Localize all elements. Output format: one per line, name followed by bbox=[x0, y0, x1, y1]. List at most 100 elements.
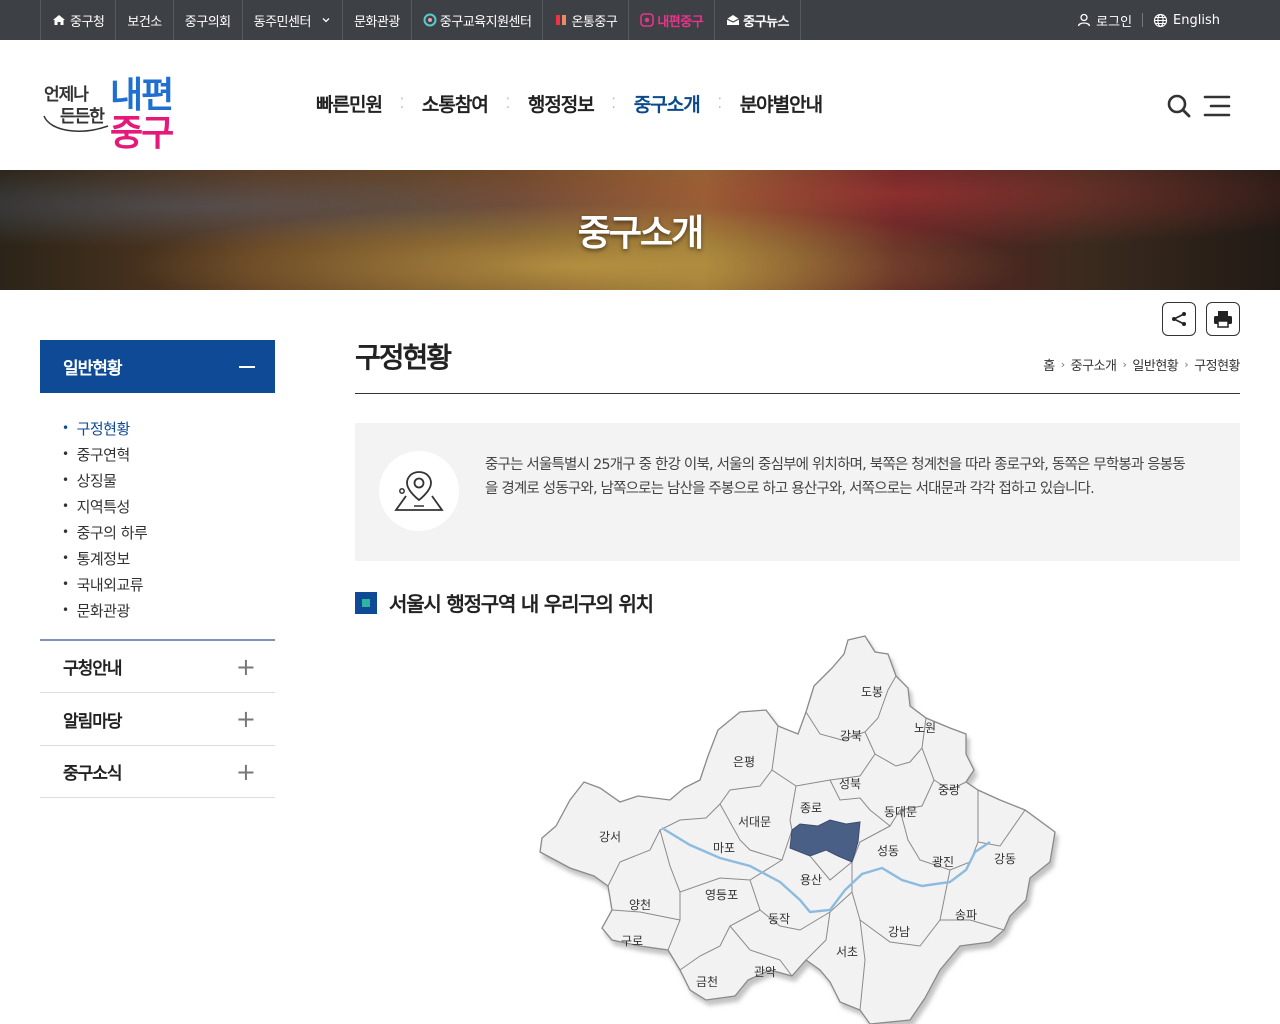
side-nav-current-group[interactable]: 일반현황 bbox=[40, 340, 275, 393]
page-banner: 중구소개 bbox=[0, 170, 1280, 290]
gnb-item-about-junggu[interactable]: 중구소개 bbox=[634, 90, 701, 117]
district-label: 구로 bbox=[621, 934, 643, 948]
section-bullet-icon bbox=[355, 591, 377, 614]
utility-link-culture-tour[interactable]: 문화관광 bbox=[341, 0, 411, 40]
utility-link-label: 중구교육지원센터 bbox=[439, 14, 532, 30]
section-heading: 서울시 행정구역 내 우리구의 위치 bbox=[355, 588, 654, 617]
breadcrumb-item[interactable]: 중구소개 bbox=[1071, 355, 1117, 374]
utility-link-education-center[interactable]: 중구교육지원센터 bbox=[410, 0, 543, 40]
news-icon bbox=[726, 15, 740, 25]
hamburger-menu-icon[interactable] bbox=[1203, 94, 1231, 118]
utility-link-news[interactable]: 중구뉴스 bbox=[714, 0, 801, 40]
title-divider bbox=[355, 393, 1240, 394]
district-label: 양천 bbox=[629, 897, 651, 912]
utility-link-junggu-office[interactable]: 중구청 bbox=[40, 0, 115, 40]
utility-link-naepyeon[interactable]: 내편중구 bbox=[628, 0, 714, 40]
district-label: 서대문 bbox=[738, 815, 771, 829]
gnb-item-quick-civil[interactable]: 빠른민원 bbox=[316, 90, 383, 117]
share-icon bbox=[1172, 312, 1186, 326]
logo-brand-line2: 중구 bbox=[110, 113, 174, 154]
district-label: 성동 bbox=[877, 844, 899, 858]
utility-link-health-center[interactable]: 보건소 bbox=[115, 0, 172, 40]
breadcrumb-item[interactable]: 일반현황 bbox=[1132, 355, 1178, 374]
intro-text: 중구는 서울특별시 25개구 중 한강 이북, 서울의 중심부에 위치하며, 북… bbox=[485, 457, 1186, 497]
utility-links: 중구청 보건소 중구의회 동주민센터 문화관광 중구교육지원센터 온통중구 내편… bbox=[40, 0, 801, 40]
utility-link-label: 보건소 bbox=[127, 14, 162, 30]
banner-title: 중구소개 bbox=[577, 213, 704, 254]
district-label: 중랑 bbox=[938, 783, 960, 797]
side-nav-item-exchange[interactable]: 국내외교류 bbox=[62, 571, 275, 597]
chevron-right-icon: › bbox=[1184, 358, 1189, 371]
side-nav-group-office-guide[interactable]: 구청안내 + bbox=[40, 639, 275, 692]
side-nav-group-news[interactable]: 중구소식 + bbox=[40, 745, 275, 798]
expand-icon: + bbox=[235, 705, 256, 733]
chevron-right-icon: › bbox=[1122, 358, 1127, 371]
district-label: 강남 bbox=[888, 925, 910, 939]
side-nav-item-statistics[interactable]: 통계정보 bbox=[62, 545, 275, 571]
ontong-logo-icon bbox=[556, 15, 567, 25]
expand-icon: + bbox=[235, 652, 256, 681]
intro-icon-circle bbox=[379, 451, 459, 531]
side-nav-item-status[interactable]: 구정현황 bbox=[62, 415, 275, 441]
print-button[interactable] bbox=[1206, 302, 1240, 336]
gnb-item-admin-info[interactable]: 행정정보 bbox=[528, 90, 595, 117]
site-logo[interactable]: 언제나 든든한 내편 중구 bbox=[40, 66, 190, 154]
district-label: 종로 bbox=[800, 801, 822, 815]
utility-link-ontong[interactable]: 온통중구 bbox=[542, 0, 628, 40]
utility-link-label: 중구의회 bbox=[184, 14, 231, 30]
district-label: 영등포 bbox=[705, 888, 738, 902]
english-link[interactable]: English bbox=[1143, 13, 1230, 28]
globe-icon bbox=[1153, 13, 1168, 27]
side-nav-item-symbols[interactable]: 상징물 bbox=[62, 467, 275, 493]
gnb-separator: ⁚ bbox=[717, 95, 722, 112]
utility-link-label: 온통중구 bbox=[571, 14, 618, 30]
district-label: 용산 bbox=[800, 873, 822, 887]
seoul-district-map: 도봉 노원 강북 은평 성북 중랑 종로 서대문 동대문 강서 마포 성동 광진… bbox=[539, 635, 1056, 1024]
breadcrumb-current: 구정현황 bbox=[1194, 359, 1240, 374]
utility-link-community-center[interactable]: 동주민센터 bbox=[241, 0, 342, 40]
main-navigation: 빠른민원 ⁚ 소통참여 ⁚ 행정정보 ⁚ 중구소개 ⁚ 분야별안내 bbox=[316, 90, 823, 117]
utility-link-label: 중구청 bbox=[70, 14, 105, 30]
district-label: 성북 bbox=[839, 777, 861, 791]
print-icon bbox=[1214, 311, 1232, 328]
district-label: 강동 bbox=[994, 852, 1016, 866]
utility-bar: 중구청 보건소 중구의회 동주민센터 문화관광 중구교육지원센터 온통중구 내편… bbox=[0, 0, 1280, 40]
district-label: 은평 bbox=[733, 755, 755, 769]
gnb-item-communication[interactable]: 소통참여 bbox=[422, 90, 489, 117]
intro-box: 중구는 서울특별시 25개구 중 한강 이북, 서울의 중심부에 위치하며, 북… bbox=[355, 423, 1240, 561]
district-label: 동작 bbox=[768, 912, 790, 926]
district-label: 송파 bbox=[955, 908, 977, 922]
utility-right: 로그인 English bbox=[1067, 0, 1230, 40]
site-header: 언제나 든든한 내편 중구 빠른민원 ⁚ 소통참여 ⁚ 행정정보 ⁚ 중구소개 … bbox=[0, 40, 1280, 170]
user-icon bbox=[1078, 13, 1091, 27]
district-label: 관악 bbox=[754, 965, 776, 979]
side-nav-group-label: 구청안내 bbox=[63, 659, 123, 679]
side-nav-item-culture-tour[interactable]: 문화관광 bbox=[62, 597, 275, 623]
district-label: 도봉 bbox=[861, 685, 883, 699]
district-label: 마포 bbox=[713, 841, 735, 855]
district-label: 노원 bbox=[914, 721, 936, 735]
utility-link-council[interactable]: 중구의회 bbox=[172, 0, 242, 40]
chevron-right-icon: › bbox=[1060, 358, 1065, 371]
search-icon[interactable] bbox=[1166, 93, 1192, 119]
district-label: 광진 bbox=[932, 855, 954, 869]
breadcrumb-home[interactable]: 홈 bbox=[1043, 355, 1055, 374]
gnb-separator: ⁚ bbox=[611, 95, 616, 112]
logo-swoosh-icon bbox=[43, 115, 109, 132]
utility-link-label: 중구뉴스 bbox=[743, 14, 789, 30]
gnb-item-field-guide[interactable]: 분야별안내 bbox=[740, 90, 823, 117]
utility-link-label: 내편중구 bbox=[657, 14, 704, 30]
share-button[interactable] bbox=[1162, 302, 1196, 336]
side-nav-group-label: 중구소식 bbox=[63, 764, 123, 784]
side-nav-item-history[interactable]: 중구연혁 bbox=[62, 441, 275, 467]
education-logo-icon bbox=[423, 13, 437, 27]
side-nav-item-day-in-junggu[interactable]: 중구의 하루 bbox=[62, 519, 275, 545]
home-icon bbox=[53, 15, 65, 25]
page-tools bbox=[1162, 302, 1240, 336]
side-nav-item-regional-features[interactable]: 지역특성 bbox=[62, 493, 275, 519]
gnb-separator: ⁚ bbox=[505, 95, 511, 112]
side-nav-sub-list: 구정현황 중구연혁 상징물 지역특성 중구의 하루 통계정보 국내외교류 문화관… bbox=[40, 393, 275, 639]
side-nav-group-label: 알림마당 bbox=[63, 711, 123, 732]
login-link[interactable]: 로그인 bbox=[1067, 11, 1142, 30]
side-nav-group-notices[interactable]: 알림마당 + bbox=[40, 692, 275, 745]
